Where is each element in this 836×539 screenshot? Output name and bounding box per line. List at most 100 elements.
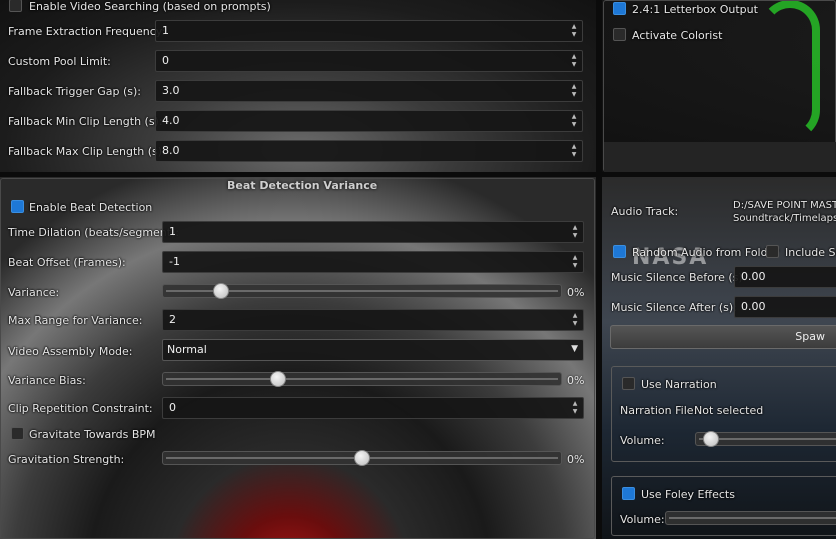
include-sub-label: Include Su xyxy=(785,246,836,259)
beat-panel-title: Beat Detection Variance xyxy=(227,179,378,192)
gravitation-strength-slider-handle[interactable] xyxy=(354,450,370,466)
clip-repetition-constraint-value: 0 xyxy=(169,401,176,414)
left-horizontal-splitter[interactable] xyxy=(0,172,596,177)
spin-down-icon[interactable]: ▼ xyxy=(572,31,577,39)
spin-down-icon[interactable]: ▼ xyxy=(573,408,578,416)
custom-pool-limit-value: 0 xyxy=(162,54,169,67)
video-assembly-mode-select[interactable]: Normal ▼ xyxy=(162,339,584,361)
variance-bias-slider[interactable] xyxy=(162,371,562,387)
enable-video-searching-checkbox[interactable] xyxy=(9,0,22,12)
video-assembly-mode-value: Normal xyxy=(167,343,207,356)
fallback-min-clip-length-spinbox[interactable]: 4.0 ▲ ▼ xyxy=(155,110,583,132)
narration-file-label: Narration File: xyxy=(620,404,698,417)
foley-group xyxy=(611,476,836,536)
spin-up-icon[interactable]: ▲ xyxy=(573,224,578,232)
max-range-for-variance-spinbox[interactable]: 2 ▲ ▼ xyxy=(162,309,584,331)
frame-extraction-frequency-spinbox[interactable]: 1 ▲ ▼ xyxy=(155,20,583,42)
gravitation-strength-slider[interactable] xyxy=(162,450,562,466)
variance-slider-handle[interactable] xyxy=(212,283,229,299)
clip-repetition-constraint-spinbox[interactable]: 0 ▲ ▼ xyxy=(162,397,584,419)
spin-up-icon[interactable]: ▲ xyxy=(572,23,577,31)
narration-volume-slider-handle[interactable] xyxy=(702,431,719,447)
variance-bias-slider-handle[interactable] xyxy=(269,371,286,387)
use-narration-label: Use Narration xyxy=(641,378,717,391)
frame-extraction-frequency-value: 1 xyxy=(162,24,169,37)
spin-up-icon[interactable]: ▲ xyxy=(573,312,578,320)
gravitate-towards-bpm-checkbox[interactable] xyxy=(11,427,24,440)
spin-up-icon[interactable]: ▲ xyxy=(573,254,578,262)
beat-offset-spinbox[interactable]: -1 ▲ ▼ xyxy=(162,251,584,273)
output-panel-footer xyxy=(604,142,836,172)
spin-down-icon[interactable]: ▼ xyxy=(572,91,577,99)
spin-down-icon[interactable]: ▼ xyxy=(573,320,578,328)
frame-extraction-frequency-label: Frame Extraction Frequency: xyxy=(8,25,166,38)
music-silence-before-spinbox[interactable]: 0.00 xyxy=(734,266,836,288)
fallback-min-clip-length-value: 4.0 xyxy=(162,114,180,127)
spin-down-icon[interactable]: ▼ xyxy=(572,151,577,159)
spin-down-icon[interactable]: ▼ xyxy=(573,262,578,270)
variance-percent: 0% xyxy=(567,286,585,299)
chevron-down-icon[interactable]: ▼ xyxy=(571,344,578,354)
max-range-for-variance-value: 2 xyxy=(169,313,176,326)
random-audio-from-folder-label: Random Audio from Folder xyxy=(632,246,779,259)
letterbox-output-checkbox[interactable] xyxy=(613,2,626,15)
music-silence-before-label: Music Silence Before (s): xyxy=(611,271,747,284)
activate-colorist-label: Activate Colorist xyxy=(632,29,723,42)
use-foley-checkbox[interactable] xyxy=(622,487,635,500)
random-audio-from-folder-checkbox[interactable] xyxy=(613,245,626,258)
use-narration-checkbox[interactable] xyxy=(622,377,635,390)
audio-track-path-line1: D:/SAVE POINT MAST xyxy=(733,200,836,211)
music-silence-after-label: Music Silence After (s): xyxy=(611,301,737,314)
enable-beat-detection-label: Enable Beat Detection xyxy=(29,201,153,214)
fallback-max-clip-length-value: 8.0 xyxy=(162,144,180,157)
vertical-splitter[interactable] xyxy=(596,0,602,539)
use-foley-label: Use Foley Effects xyxy=(641,488,735,501)
music-silence-after-value: 0.00 xyxy=(741,300,766,313)
enable-video-searching-label: Enable Video Searching (based on prompts… xyxy=(29,0,271,13)
narration-file-value: Not selected xyxy=(694,404,764,417)
clip-repetition-constraint-label: Clip Repetition Constraint: xyxy=(8,402,153,415)
foley-volume-slider[interactable] xyxy=(665,511,836,525)
narration-volume-slider[interactable] xyxy=(695,431,836,447)
audio-track-label: Audio Track: xyxy=(611,205,679,218)
variance-slider[interactable] xyxy=(162,283,562,299)
right-horizontal-splitter[interactable] xyxy=(602,172,836,177)
spin-up-icon[interactable]: ▲ xyxy=(572,53,577,61)
include-sub-checkbox[interactable] xyxy=(766,245,779,258)
variance-bias-label: Variance Bias: xyxy=(8,374,86,387)
activate-colorist-checkbox[interactable] xyxy=(613,28,626,41)
spin-down-icon[interactable]: ▼ xyxy=(572,61,577,69)
fallback-max-clip-length-label: Fallback Max Clip Length (s): xyxy=(8,145,166,158)
fallback-min-clip-length-label: Fallback Min Clip Length (s): xyxy=(8,115,163,128)
spawn-button-label: Spaw xyxy=(795,330,825,343)
custom-pool-limit-label: Custom Pool Limit: xyxy=(8,55,111,68)
gravitation-strength-label: Gravitation Strength: xyxy=(8,453,125,466)
time-dilation-label: Time Dilation (beats/segment): xyxy=(8,226,180,239)
fallback-trigger-gap-spinbox[interactable]: 3.0 ▲ ▼ xyxy=(155,80,583,102)
beat-offset-label: Beat Offset (Frames): xyxy=(8,256,126,269)
fallback-max-clip-length-spinbox[interactable]: 8.0 ▲ ▼ xyxy=(155,140,583,162)
spin-down-icon[interactable]: ▼ xyxy=(572,121,577,129)
audio-track-path-line2: Soundtrack/Timelaps xyxy=(733,213,836,224)
spin-down-icon[interactable]: ▼ xyxy=(573,232,578,240)
time-dilation-spinbox[interactable]: 1 ▲ ▼ xyxy=(162,221,584,243)
music-silence-before-value: 0.00 xyxy=(741,270,766,283)
max-range-for-variance-label: Max Range for Variance: xyxy=(8,314,143,327)
enable-beat-detection-checkbox[interactable] xyxy=(11,200,24,213)
spin-up-icon[interactable]: ▲ xyxy=(572,143,577,151)
variance-bias-percent: 0% xyxy=(567,374,585,387)
spin-up-icon[interactable]: ▲ xyxy=(572,113,577,121)
custom-pool-limit-spinbox[interactable]: 0 ▲ ▼ xyxy=(155,50,583,72)
video-assembly-mode-label: Video Assembly Mode: xyxy=(8,345,133,358)
spin-up-icon[interactable]: ▲ xyxy=(572,83,577,91)
fallback-trigger-gap-label: Fallback Trigger Gap (s): xyxy=(8,85,142,98)
foley-volume-label: Volume: xyxy=(620,513,665,526)
spawn-button[interactable]: Spaw xyxy=(610,325,836,349)
gravitation-strength-percent: 0% xyxy=(567,453,585,466)
letterbox-output-label: 2.4:1 Letterbox Output xyxy=(632,3,758,16)
time-dilation-value: 1 xyxy=(169,225,176,238)
variance-label: Variance: xyxy=(8,286,60,299)
music-silence-after-spinbox[interactable]: 0.00 xyxy=(734,296,836,318)
fallback-trigger-gap-value: 3.0 xyxy=(162,84,180,97)
spin-up-icon[interactable]: ▲ xyxy=(573,400,578,408)
